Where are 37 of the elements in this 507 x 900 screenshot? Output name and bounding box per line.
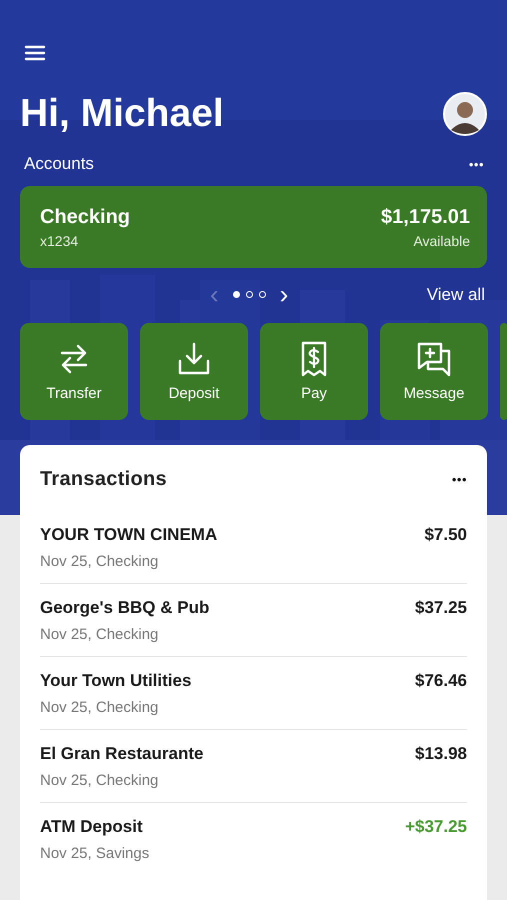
transaction-detail: Nov 25, Checking xyxy=(40,552,158,570)
next-button[interactable]: › xyxy=(280,283,288,305)
account-card[interactable]: Checking x1234 $1,175.01 Available xyxy=(20,186,487,268)
account-number: x1234 xyxy=(40,232,80,248)
section-title: Accounts xyxy=(24,154,94,174)
chat-bubbles-plus-icon xyxy=(416,341,452,377)
avatar[interactable] xyxy=(443,92,487,136)
transaction-name: Your Town Utilities xyxy=(40,670,192,690)
balance-label: Available xyxy=(413,232,470,248)
transaction-detail: Nov 25, Checking xyxy=(40,772,158,788)
transaction-name: YOUR TOWN CINEMA xyxy=(40,524,218,544)
page-dot[interactable] xyxy=(258,290,266,298)
account-name: Checking xyxy=(40,206,130,228)
transaction-detail: Nov 25, Checking xyxy=(40,626,158,642)
transaction-name: George's BBQ & Pub xyxy=(40,598,210,618)
action-button[interactable]: Transfer xyxy=(20,323,128,420)
greeting-title: Hi, Michael xyxy=(20,92,224,136)
account-balance: $1,175.01 xyxy=(381,206,470,228)
transaction-amount: $7.50 xyxy=(424,524,467,544)
transaction-amount: $76.46 xyxy=(415,670,467,690)
view-all-link[interactable]: View all xyxy=(426,285,485,305)
transaction-amount: $13.98 xyxy=(415,744,467,764)
action-button[interactable]: Deposit xyxy=(140,323,248,420)
transaction-detail: Nov 25, Savings xyxy=(40,844,150,862)
transaction-detail: Nov 25, Checking xyxy=(40,698,158,716)
action-button[interactable]: Message xyxy=(380,323,488,420)
transaction-name: El Gran Restaurante xyxy=(40,744,204,764)
transaction-amount: $37.25 xyxy=(415,598,467,618)
action-button[interactable]: Pay xyxy=(260,323,368,420)
menu-icon[interactable] xyxy=(24,44,46,62)
more-button[interactable]: ••• xyxy=(468,156,484,172)
page-dot[interactable] xyxy=(246,290,253,298)
more-button[interactable]: ••• xyxy=(452,472,467,486)
transaction-name: ATM Deposit xyxy=(40,816,143,836)
card-title: Transactions xyxy=(40,468,167,490)
download-tray-icon xyxy=(176,341,212,377)
transaction-amount: +$37.25 xyxy=(405,816,467,836)
